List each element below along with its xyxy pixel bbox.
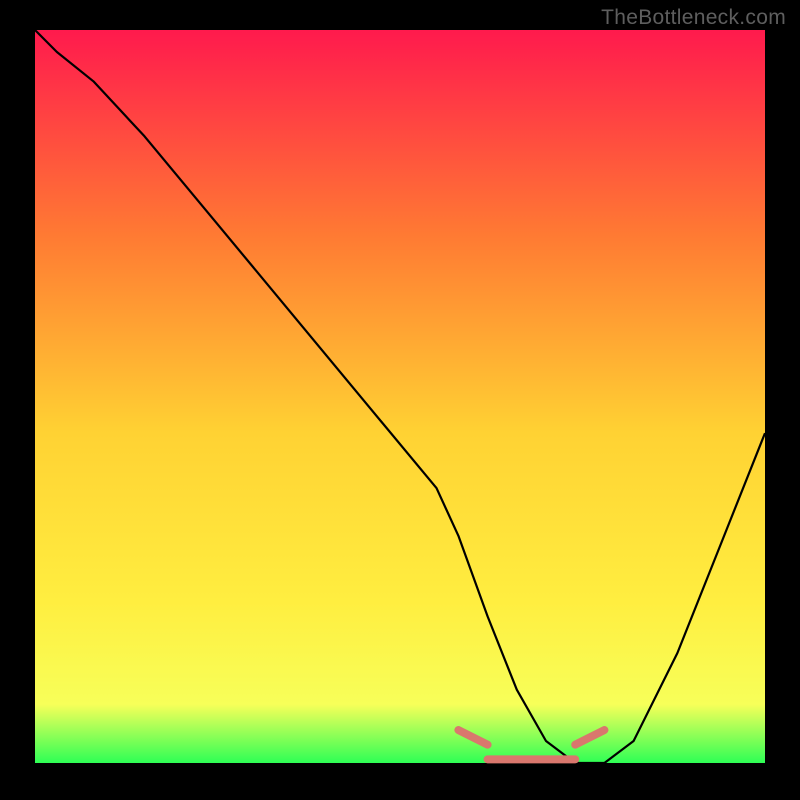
chart-container: TheBottleneck.com [0,0,800,800]
bottleneck-chart [0,0,800,800]
watermark-text: TheBottleneck.com [601,6,786,30]
gradient-background [35,30,765,763]
